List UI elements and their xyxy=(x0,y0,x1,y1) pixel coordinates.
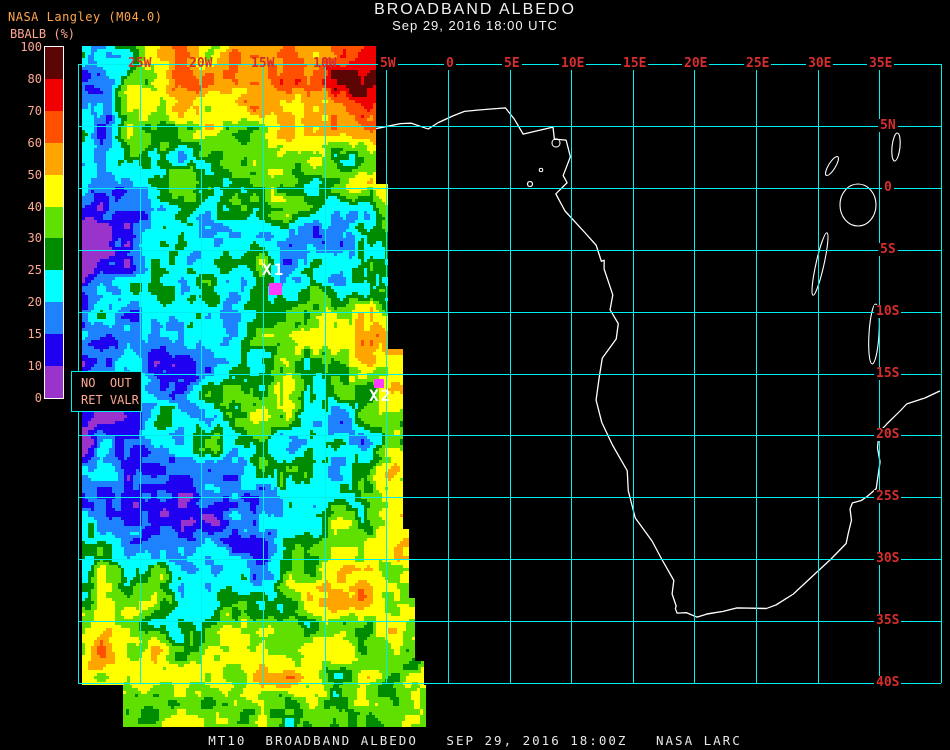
lon-label-30E: 30E xyxy=(806,56,834,71)
colorbar-tick-label: 60 xyxy=(27,135,42,150)
colorbar-tick-label: 20 xyxy=(27,295,42,310)
marker-square-X1 xyxy=(269,283,282,295)
marker-label-X2: X2 xyxy=(369,386,393,405)
flag-legend-box: NO OUT RET VALR xyxy=(71,371,142,412)
marker-label-X1: X1 xyxy=(262,260,286,279)
colorbar-tick-label: 50 xyxy=(27,167,42,182)
lon-label-10W: 10W xyxy=(313,56,337,71)
colorbar-segment xyxy=(45,334,63,367)
lon-label-15E: 15E xyxy=(621,56,649,71)
colorbar-segment xyxy=(45,366,63,398)
colorbar-segment xyxy=(45,206,63,239)
lon-label-5E: 5E xyxy=(502,56,522,71)
colorbar-tick-label: 80 xyxy=(27,71,42,86)
lat-label-5N: 5N xyxy=(878,118,898,133)
lat-label-10S: 10S xyxy=(874,304,902,319)
colorbar-tick-label: 25 xyxy=(27,263,42,278)
lon-label-15W: 15W xyxy=(251,56,275,71)
colorbar-tick-label: 10 xyxy=(27,359,42,374)
colorbar-tick-label: 100 xyxy=(20,40,42,54)
colorbar-segment xyxy=(45,174,63,207)
lat-label-20S: 20S xyxy=(874,427,902,442)
colorbar-segment xyxy=(45,270,63,303)
lat-label-40S: 40S xyxy=(874,675,902,690)
lon-label-20W: 20W xyxy=(189,56,213,71)
colorbar-tick-label: 0 xyxy=(34,391,42,405)
lon-label-25W: 25W xyxy=(128,56,152,71)
lat-label-30S: 30S xyxy=(874,551,902,566)
albedo-colorbar xyxy=(44,46,64,399)
lat-label-0: 0 xyxy=(882,180,894,195)
lon-label-5W: 5W xyxy=(378,56,398,71)
lat-label-15S: 15S xyxy=(874,366,902,381)
colorbar-segment xyxy=(45,78,63,111)
map-canvas xyxy=(0,0,950,750)
colorbar-tick-label: 70 xyxy=(27,103,42,118)
colorbar-segment xyxy=(45,110,63,143)
lat-label-35S: 35S xyxy=(874,613,902,628)
flag-legend-row2: RET VALR xyxy=(81,393,139,407)
albedo-map-page: BROADBAND ALBEDO Sep 29, 2016 18:00 UTC … xyxy=(0,0,950,750)
lon-label-0: 0 xyxy=(444,56,456,71)
flag-legend-row1: NO OUT xyxy=(81,376,132,390)
lat-label-5S: 5S xyxy=(878,242,898,257)
colorbar-segment xyxy=(45,302,63,335)
colorbar-segment xyxy=(45,238,63,271)
product-label: BBALB (%) xyxy=(10,27,76,41)
lat-label-25S: 25S xyxy=(874,489,902,504)
colorbar-tick-label: 15 xyxy=(27,327,42,342)
colorbar-segment xyxy=(45,142,63,175)
colorbar-tick-label: 40 xyxy=(27,199,42,214)
lon-label-20E: 20E xyxy=(682,56,710,71)
lon-label-35E: 35E xyxy=(867,56,895,71)
colorbar-segment xyxy=(45,47,63,79)
lon-label-10E: 10E xyxy=(559,56,587,71)
credit-label: NASA Langley (M04.0) xyxy=(8,10,163,24)
colorbar-tick-label: 30 xyxy=(27,231,42,246)
footer-status-bar: MT10 BROADBAND ALBEDO SEP 29, 2016 18:00… xyxy=(208,733,742,748)
lon-label-25E: 25E xyxy=(744,56,772,71)
